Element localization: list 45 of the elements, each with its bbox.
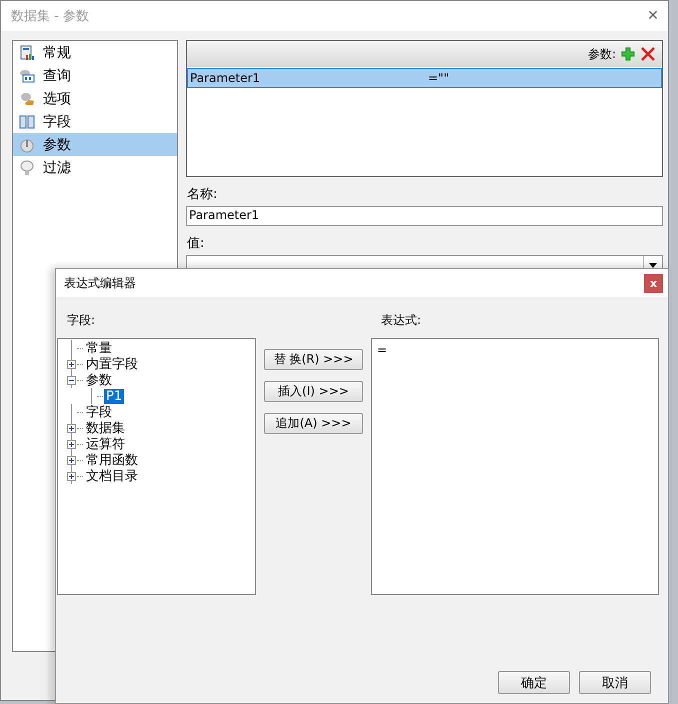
plus-box-icon[interactable] bbox=[67, 440, 76, 448]
value-label: 值: bbox=[187, 235, 206, 252]
tree-item[interactable]: 数据集 bbox=[84, 419, 127, 437]
tree-item[interactable]: 运算符 bbox=[84, 435, 127, 453]
tree-item[interactable]: 内置字段 bbox=[84, 355, 140, 373]
add-icon[interactable] bbox=[620, 46, 636, 62]
sidebar-item[interactable]: 查询 bbox=[13, 64, 177, 87]
tree-item[interactable]: 字段 bbox=[84, 403, 114, 421]
tree-item[interactable]: P1 bbox=[104, 388, 124, 404]
action-button[interactable]: 追加(A) >>> bbox=[264, 413, 363, 434]
action-button[interactable]: 插入(I) >>> bbox=[264, 381, 363, 402]
sidebar-item[interactable]: 字段 bbox=[13, 110, 177, 133]
columns-icon bbox=[19, 114, 35, 130]
expression-label: 表达式: bbox=[381, 312, 422, 329]
plus-box-icon[interactable] bbox=[67, 456, 76, 464]
tree-item[interactable]: 常用函数 bbox=[84, 451, 140, 469]
sidebar-item[interactable]: 常规 bbox=[13, 41, 177, 64]
action-button[interactable]: 替 换(R) >>> bbox=[264, 349, 363, 370]
window-title: 数据集 - 参数 bbox=[11, 8, 89, 25]
close-button[interactable]: ✕ bbox=[638, 8, 668, 24]
name-field[interactable]: Parameter1 bbox=[186, 206, 663, 226]
parameter-row[interactable]: Parameter1 ="" bbox=[187, 68, 662, 88]
database-icon bbox=[19, 68, 35, 84]
fields-label: 字段: bbox=[67, 312, 96, 329]
sidebar-item[interactable]: 过滤 bbox=[13, 156, 177, 179]
dialog-button[interactable]: 取消 bbox=[579, 671, 651, 694]
tree-item[interactable]: 常量 bbox=[84, 339, 114, 357]
dropdown-arrow-icon bbox=[649, 263, 657, 268]
delete-icon[interactable] bbox=[640, 46, 656, 62]
expression-field[interactable]: = bbox=[371, 338, 659, 595]
sidebar-item[interactable]: 选项 bbox=[13, 87, 177, 110]
dialog-button[interactable]: 确定 bbox=[498, 671, 570, 694]
plus-box-icon[interactable] bbox=[67, 472, 76, 480]
plus-box-icon[interactable] bbox=[67, 424, 76, 432]
sidebar-item[interactable]: 参数 bbox=[13, 133, 177, 156]
power-icon bbox=[19, 136, 35, 152]
name-label: 名称: bbox=[187, 186, 218, 203]
close-button[interactable]: x bbox=[644, 274, 663, 292]
tree-item[interactable]: 参数 bbox=[84, 371, 114, 389]
grid-header-label: 参数: bbox=[588, 46, 616, 62]
plus-box-icon[interactable] bbox=[67, 360, 76, 368]
minus-box-icon[interactable] bbox=[67, 376, 76, 384]
report-icon bbox=[19, 44, 35, 60]
dialog-title: 表达式编辑器 bbox=[64, 274, 136, 292]
tree-item[interactable]: 文档目录 bbox=[84, 467, 140, 485]
